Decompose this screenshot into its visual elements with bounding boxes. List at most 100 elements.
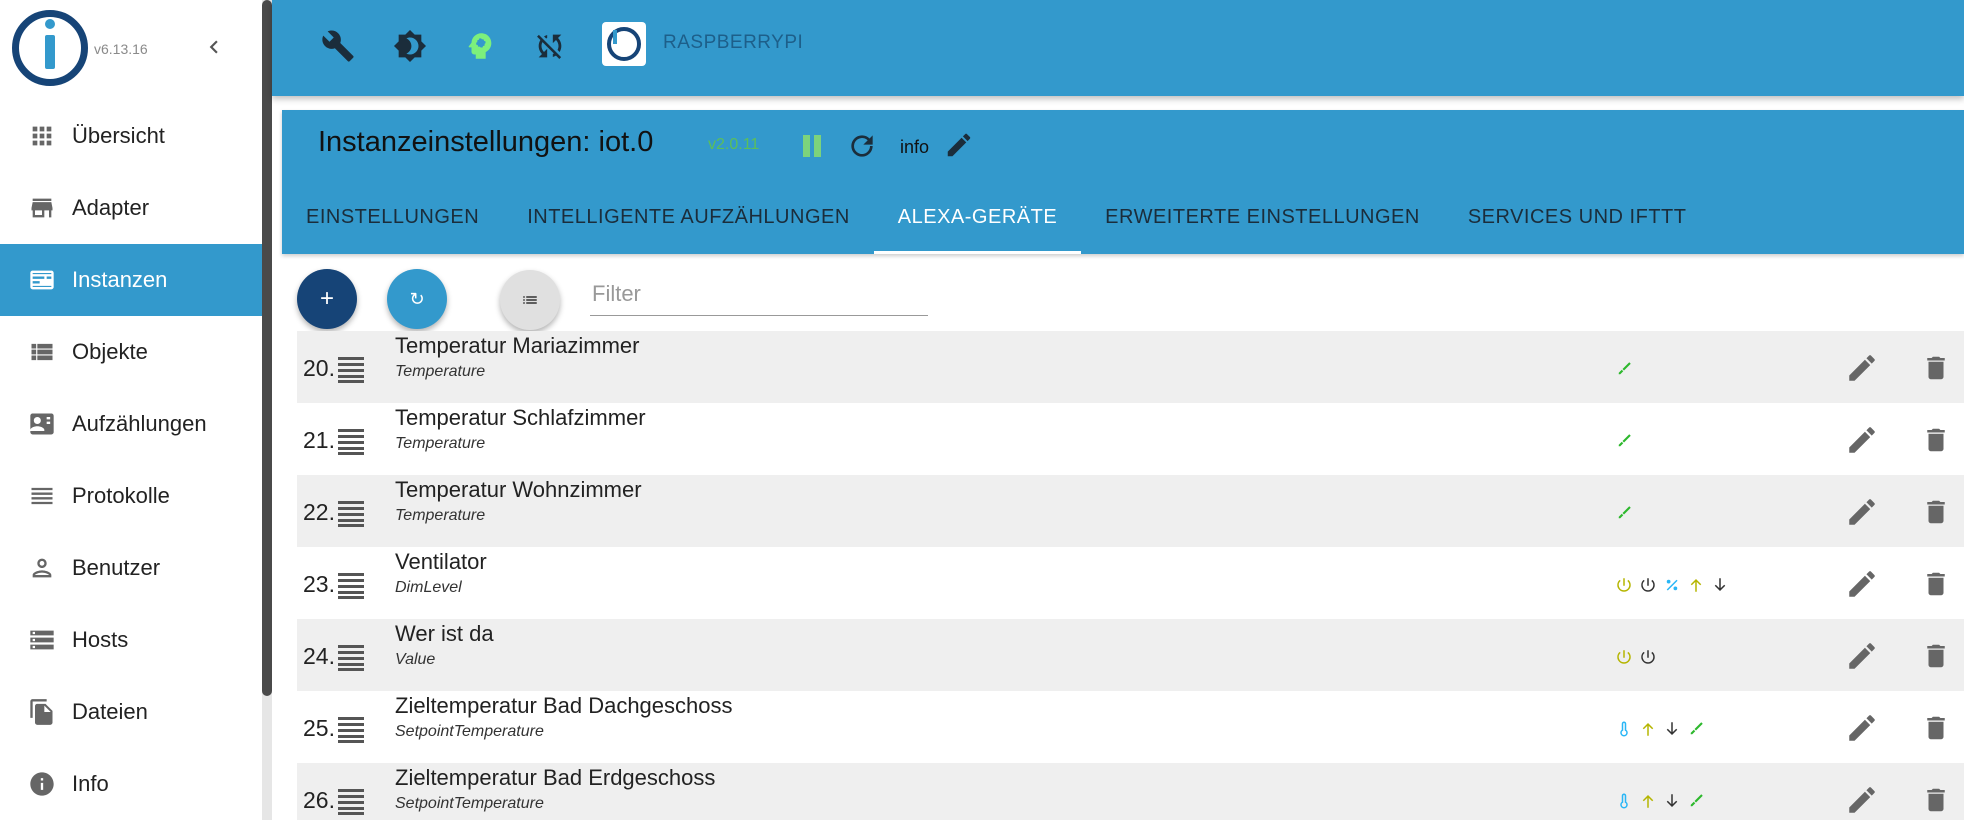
instances-icon: [26, 264, 58, 296]
collapse-sidebar-button[interactable]: [200, 34, 228, 62]
refresh-devices-button[interactable]: ↻: [387, 269, 447, 329]
reload-button[interactable]: [846, 130, 878, 162]
tab-services-und-ifttt[interactable]: SERVICES UND IFTTT: [1444, 180, 1711, 254]
device-name: Temperatur Schlafzimmer: [395, 405, 646, 430]
pencil-icon: [1849, 643, 1875, 669]
edit-device-button[interactable]: [1845, 423, 1879, 457]
sidebar-item-label: Hosts: [72, 627, 129, 652]
wrench-button[interactable]: [318, 26, 358, 66]
table-row: 21. Temperatur Schlafzimmer Temperature: [297, 403, 1964, 475]
row-index: 26.: [303, 787, 335, 813]
up-icon: [1639, 790, 1657, 812]
trash-icon: [1927, 500, 1945, 524]
delete-device-button[interactable]: [1921, 423, 1951, 457]
delete-device-button[interactable]: [1921, 639, 1951, 673]
down-icon: [1711, 574, 1729, 596]
filter-input[interactable]: [590, 272, 928, 316]
pencil-icon: [1849, 355, 1875, 381]
sync-button[interactable]: [530, 26, 570, 66]
row-index: 24.: [303, 643, 335, 669]
sidebar-item-objekte[interactable]: Objekte: [0, 316, 262, 388]
device-type: DimLevel: [395, 579, 462, 596]
sidebar-item-benutzer[interactable]: Benutzer: [0, 532, 262, 604]
sidebar-item-label: Protokolle: [72, 483, 170, 508]
pencil-icon: [947, 133, 971, 157]
edit-device-button[interactable]: [1845, 495, 1879, 529]
settings-tabs: EINSTELLUNGEN INTELLIGENTE AUFZÄHLUNGEN AL…: [282, 180, 1964, 254]
device-name: Zieltemperatur Bad Dachgeschoss: [395, 693, 733, 718]
sidebar-item-info[interactable]: Info: [0, 748, 262, 820]
row-index: 25.: [303, 715, 335, 741]
sidebar-item-aufzählungen[interactable]: Aufzählungen: [0, 388, 262, 460]
info-link[interactable]: info: [900, 137, 929, 158]
host-logo: [602, 22, 646, 66]
edit-device-button[interactable]: [1845, 783, 1879, 817]
delete-device-button[interactable]: [1921, 783, 1951, 817]
pause-icon[interactable]: [798, 132, 826, 160]
sidebar-item-hosts[interactable]: Hosts: [0, 604, 262, 676]
power-on-icon: [1615, 646, 1633, 668]
drag-handle-icon[interactable]: [335, 785, 365, 815]
table-row: 26. Zieltemperatur Bad Erdgeschoss Setpoin…: [297, 763, 1964, 820]
sidebar-item-label: Dateien: [72, 699, 148, 724]
expert-mode-button[interactable]: [460, 26, 500, 66]
add-device-button[interactable]: +: [297, 269, 357, 329]
trash-icon: [1927, 644, 1945, 668]
sidebar-item-label: Objekte: [72, 339, 148, 364]
drag-handle-icon[interactable]: [335, 353, 365, 383]
device-name: Wer ist da: [395, 621, 494, 646]
drag-handle-icon[interactable]: [335, 713, 365, 743]
device-capabilities: [1615, 645, 1657, 669]
edit-device-button[interactable]: [1845, 351, 1879, 385]
tab-einstellungen[interactable]: EINSTELLUNGEN: [282, 180, 503, 254]
sidebar-item-übersicht[interactable]: Übersicht: [0, 100, 262, 172]
alexa-device-list: 20. Temperatur Mariazimmer Temperature 21. T…: [297, 331, 1964, 820]
pencil-icon: [1849, 571, 1875, 597]
tab-alexa-geräte[interactable]: ALEXA-GERÄTE: [873, 180, 1082, 254]
sidebar-scrollbar[interactable]: [262, 0, 272, 820]
edit-device-button[interactable]: [1845, 639, 1879, 673]
delete-device-button[interactable]: [1921, 351, 1951, 385]
drag-handle-icon[interactable]: [335, 569, 365, 599]
store-icon: [26, 192, 58, 224]
grid-icon: [26, 120, 58, 152]
sidebar-item-protokolle[interactable]: Protokolle: [0, 460, 262, 532]
brightness-icon: [393, 29, 427, 63]
thermometer-icon: [1615, 358, 1633, 380]
edit-device-button[interactable]: [1845, 567, 1879, 601]
tab-erweiterte-einstellungen[interactable]: ERWEITERTE EINSTELLUNGEN: [1081, 180, 1444, 254]
delete-device-button[interactable]: [1921, 567, 1951, 601]
pencil-icon: [1849, 715, 1875, 741]
list-view-button[interactable]: [500, 270, 560, 330]
drag-handle-icon[interactable]: [335, 641, 365, 671]
row-index: 21.: [303, 427, 335, 453]
sidebar-item-adapter[interactable]: Adapter: [0, 172, 262, 244]
sidebar-item-dateien[interactable]: Dateien: [0, 676, 262, 748]
scrollbar-thumb[interactable]: [262, 0, 272, 696]
device-capabilities: [1615, 789, 1705, 813]
top-toolbar: RASPBERRYPI: [272, 0, 1964, 96]
theme-toggle-button[interactable]: [390, 26, 430, 66]
edit-device-button[interactable]: [1845, 711, 1879, 745]
delete-device-button[interactable]: [1921, 495, 1951, 529]
power-on-icon: [1615, 574, 1633, 596]
pencil-icon: [1849, 499, 1875, 525]
iobroker-logo[interactable]: [12, 10, 88, 86]
tab-intelligente-aufzählungen[interactable]: INTELLIGENTE AUFZÄHLUNGEN: [503, 180, 874, 254]
up-icon: [1639, 718, 1657, 740]
table-row: 25. Zieltemperatur Bad Dachgeschoss Setpoi…: [297, 691, 1964, 763]
drag-handle-icon[interactable]: [335, 425, 365, 455]
sidebar-item-label: Instanzen: [72, 267, 168, 292]
delete-device-button[interactable]: [1921, 711, 1951, 745]
sidebar-item-instanzen[interactable]: Instanzen: [0, 244, 262, 316]
edit-info-button[interactable]: [944, 130, 974, 160]
sidebar-item-label: Adapter: [72, 195, 150, 220]
setpoint-icon: [1615, 718, 1633, 740]
setpoint-icon: [1615, 790, 1633, 812]
table-row: 24. Wer ist da Value: [297, 619, 1964, 691]
device-capabilities: [1615, 357, 1633, 381]
device-capabilities: [1615, 717, 1705, 741]
sidebar-item-label: Benutzer: [72, 555, 161, 580]
drag-handle-icon[interactable]: [335, 497, 365, 527]
thermometer-icon: [1687, 718, 1705, 740]
